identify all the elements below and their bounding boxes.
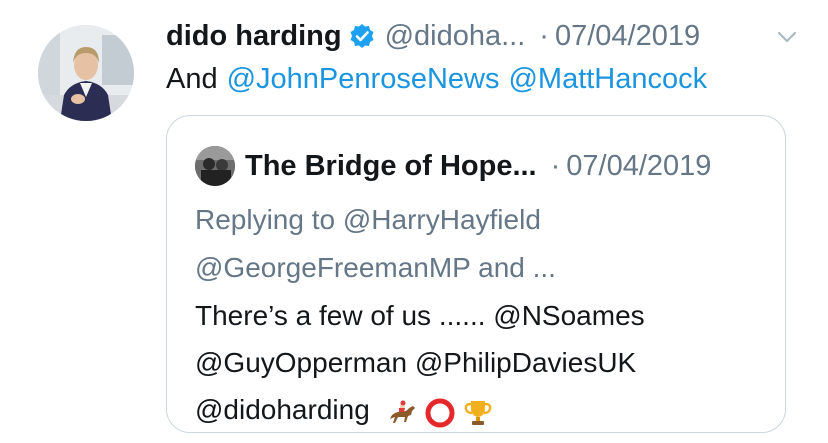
mention-link[interactable]: @JohnPenroseNews xyxy=(227,63,500,96)
header-separator: · xyxy=(539,19,549,52)
emoji-row xyxy=(386,396,500,428)
red-circle-icon xyxy=(424,396,456,428)
horse-racing-icon xyxy=(386,396,418,428)
quoted-text-mention: @didoharding xyxy=(195,394,370,425)
trophy-icon xyxy=(462,396,494,428)
quoted-tweet-text: There’s a few of us ...... @NSoames @Guy… xyxy=(195,292,645,433)
author-name[interactable]: dido harding xyxy=(166,20,342,53)
quoted-author-name[interactable]: The Bridge of Hope... xyxy=(245,150,537,183)
quoted-text-line: @GuyOpperman @PhilipDaviesUK xyxy=(195,347,637,378)
replying-to: Replying to @HarryHayfield @GeorgeFreema… xyxy=(195,196,556,292)
author-handle[interactable]: @didoha... xyxy=(385,20,526,53)
mention-link[interactable]: @MattHancock xyxy=(508,63,707,96)
author-avatar[interactable] xyxy=(38,25,134,121)
tweet-text: And @JohnPenroseNews @MattHancock xyxy=(166,58,707,100)
quoted-tweet-card[interactable]: The Bridge of Hope... · 07/04/2019 Reply… xyxy=(166,115,786,433)
tweet-text-prefix: And xyxy=(166,62,218,95)
quoted-separator: · xyxy=(550,149,561,182)
verified-badge-icon xyxy=(349,23,375,49)
quoted-author-avatar[interactable] xyxy=(195,146,235,186)
replying-to-line: @GeorgeFreemanMP and ... xyxy=(195,252,556,283)
chevron-down-icon[interactable] xyxy=(776,26,798,48)
quoted-text-line: There’s a few of us ...... @NSoames xyxy=(195,300,645,331)
quoted-date[interactable]: 07/04/2019 xyxy=(566,150,711,183)
replying-to-line: Replying to @HarryHayfield xyxy=(195,204,541,235)
quoted-text-line-last: @didoharding xyxy=(195,386,645,433)
tweet-header: dido harding @didoha... · 07/04/2019 xyxy=(166,14,798,58)
tweet-date[interactable]: 07/04/2019 xyxy=(555,20,700,53)
quoted-tweet-header: The Bridge of Hope... · 07/04/2019 xyxy=(195,146,711,186)
